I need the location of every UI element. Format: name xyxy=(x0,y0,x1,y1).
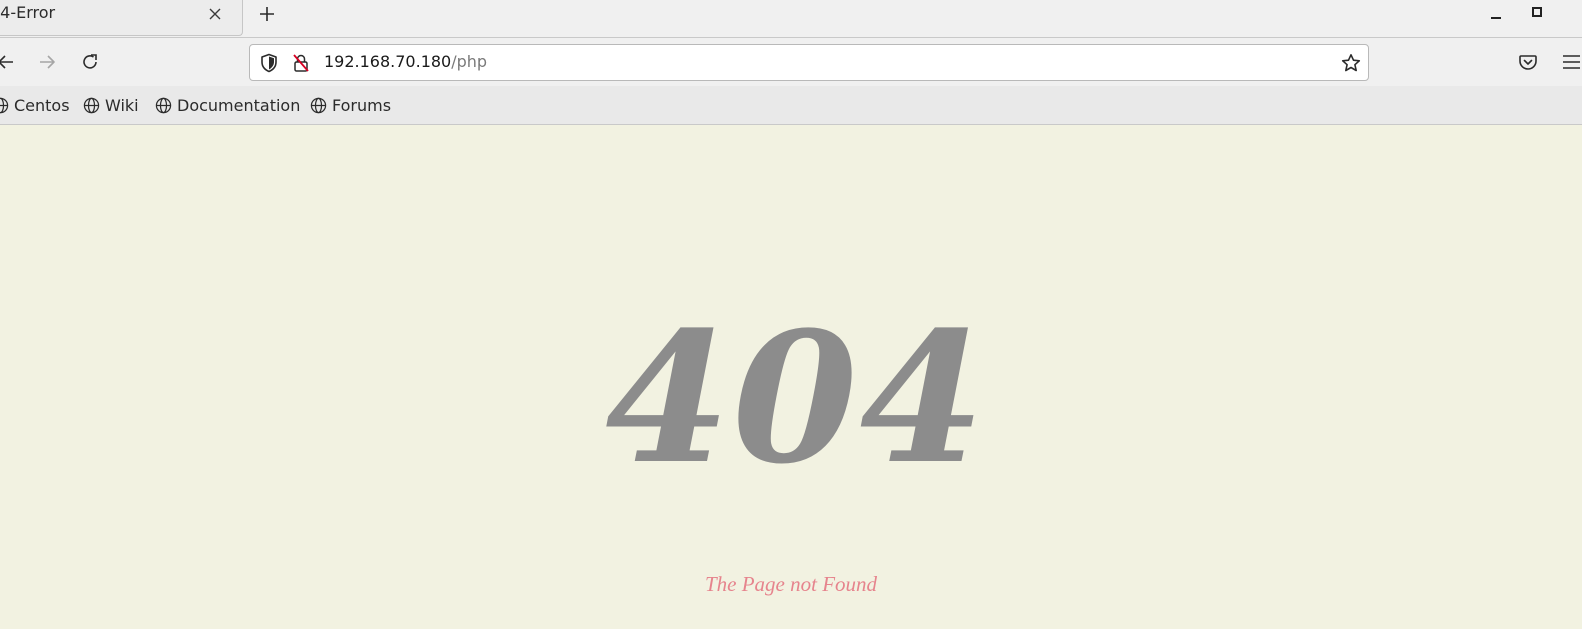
forward-button[interactable] xyxy=(35,50,59,74)
tab-title: 04-Error xyxy=(0,3,56,22)
bookmark-label: Wiki xyxy=(105,95,139,115)
pocket-icon[interactable] xyxy=(1516,50,1540,74)
back-arrow-icon xyxy=(0,55,13,69)
globe-icon xyxy=(0,96,10,115)
minimize-window-button[interactable] xyxy=(1486,4,1506,24)
close-tab-icon[interactable] xyxy=(205,4,225,24)
new-tab-button[interactable] xyxy=(256,3,278,25)
url-host: 192.168.70.180 xyxy=(324,52,452,71)
globe-icon xyxy=(309,96,328,115)
active-tab[interactable]: 04-Error xyxy=(0,0,243,36)
bookmark-centos[interactable]: Centos xyxy=(0,94,70,116)
page-content: 404 The Page not Found xyxy=(0,126,1582,629)
reload-icon xyxy=(83,54,97,69)
hamburger-menu-icon[interactable] xyxy=(1561,52,1582,72)
globe-icon xyxy=(82,96,101,115)
bookmark-documentation[interactable]: Documentation xyxy=(154,94,300,116)
bookmark-forums[interactable]: Forums xyxy=(309,94,391,116)
error-message: The Page not Found xyxy=(704,572,878,596)
tab-strip: 04-Error xyxy=(0,0,1582,38)
bookmark-label: Forums xyxy=(332,95,392,115)
url-text[interactable]: 192.168.70.180/php xyxy=(324,52,487,71)
back-button[interactable] xyxy=(0,50,18,74)
reload-button[interactable] xyxy=(78,50,102,74)
error-code-heading: 404 xyxy=(605,293,987,504)
tracking-protection-shield-icon[interactable] xyxy=(258,52,280,74)
bookmarks-toolbar: Centos Wiki Documentation Forums xyxy=(0,86,1582,125)
url-path: /php xyxy=(451,52,488,71)
insecure-lock-icon[interactable] xyxy=(290,52,312,74)
maximize-window-button[interactable] xyxy=(1527,2,1547,22)
forward-arrow-icon xyxy=(40,55,55,69)
navigation-toolbar: 192.168.70.180/php xyxy=(0,38,1582,86)
bookmark-wiki[interactable]: Wiki xyxy=(82,94,139,116)
bookmark-label: Documentation xyxy=(177,95,301,115)
bookmark-label: Centos xyxy=(14,95,70,115)
globe-icon xyxy=(154,96,173,115)
bookmark-star-icon[interactable] xyxy=(1339,51,1363,75)
address-bar[interactable]: 192.168.70.180/php xyxy=(249,44,1369,81)
